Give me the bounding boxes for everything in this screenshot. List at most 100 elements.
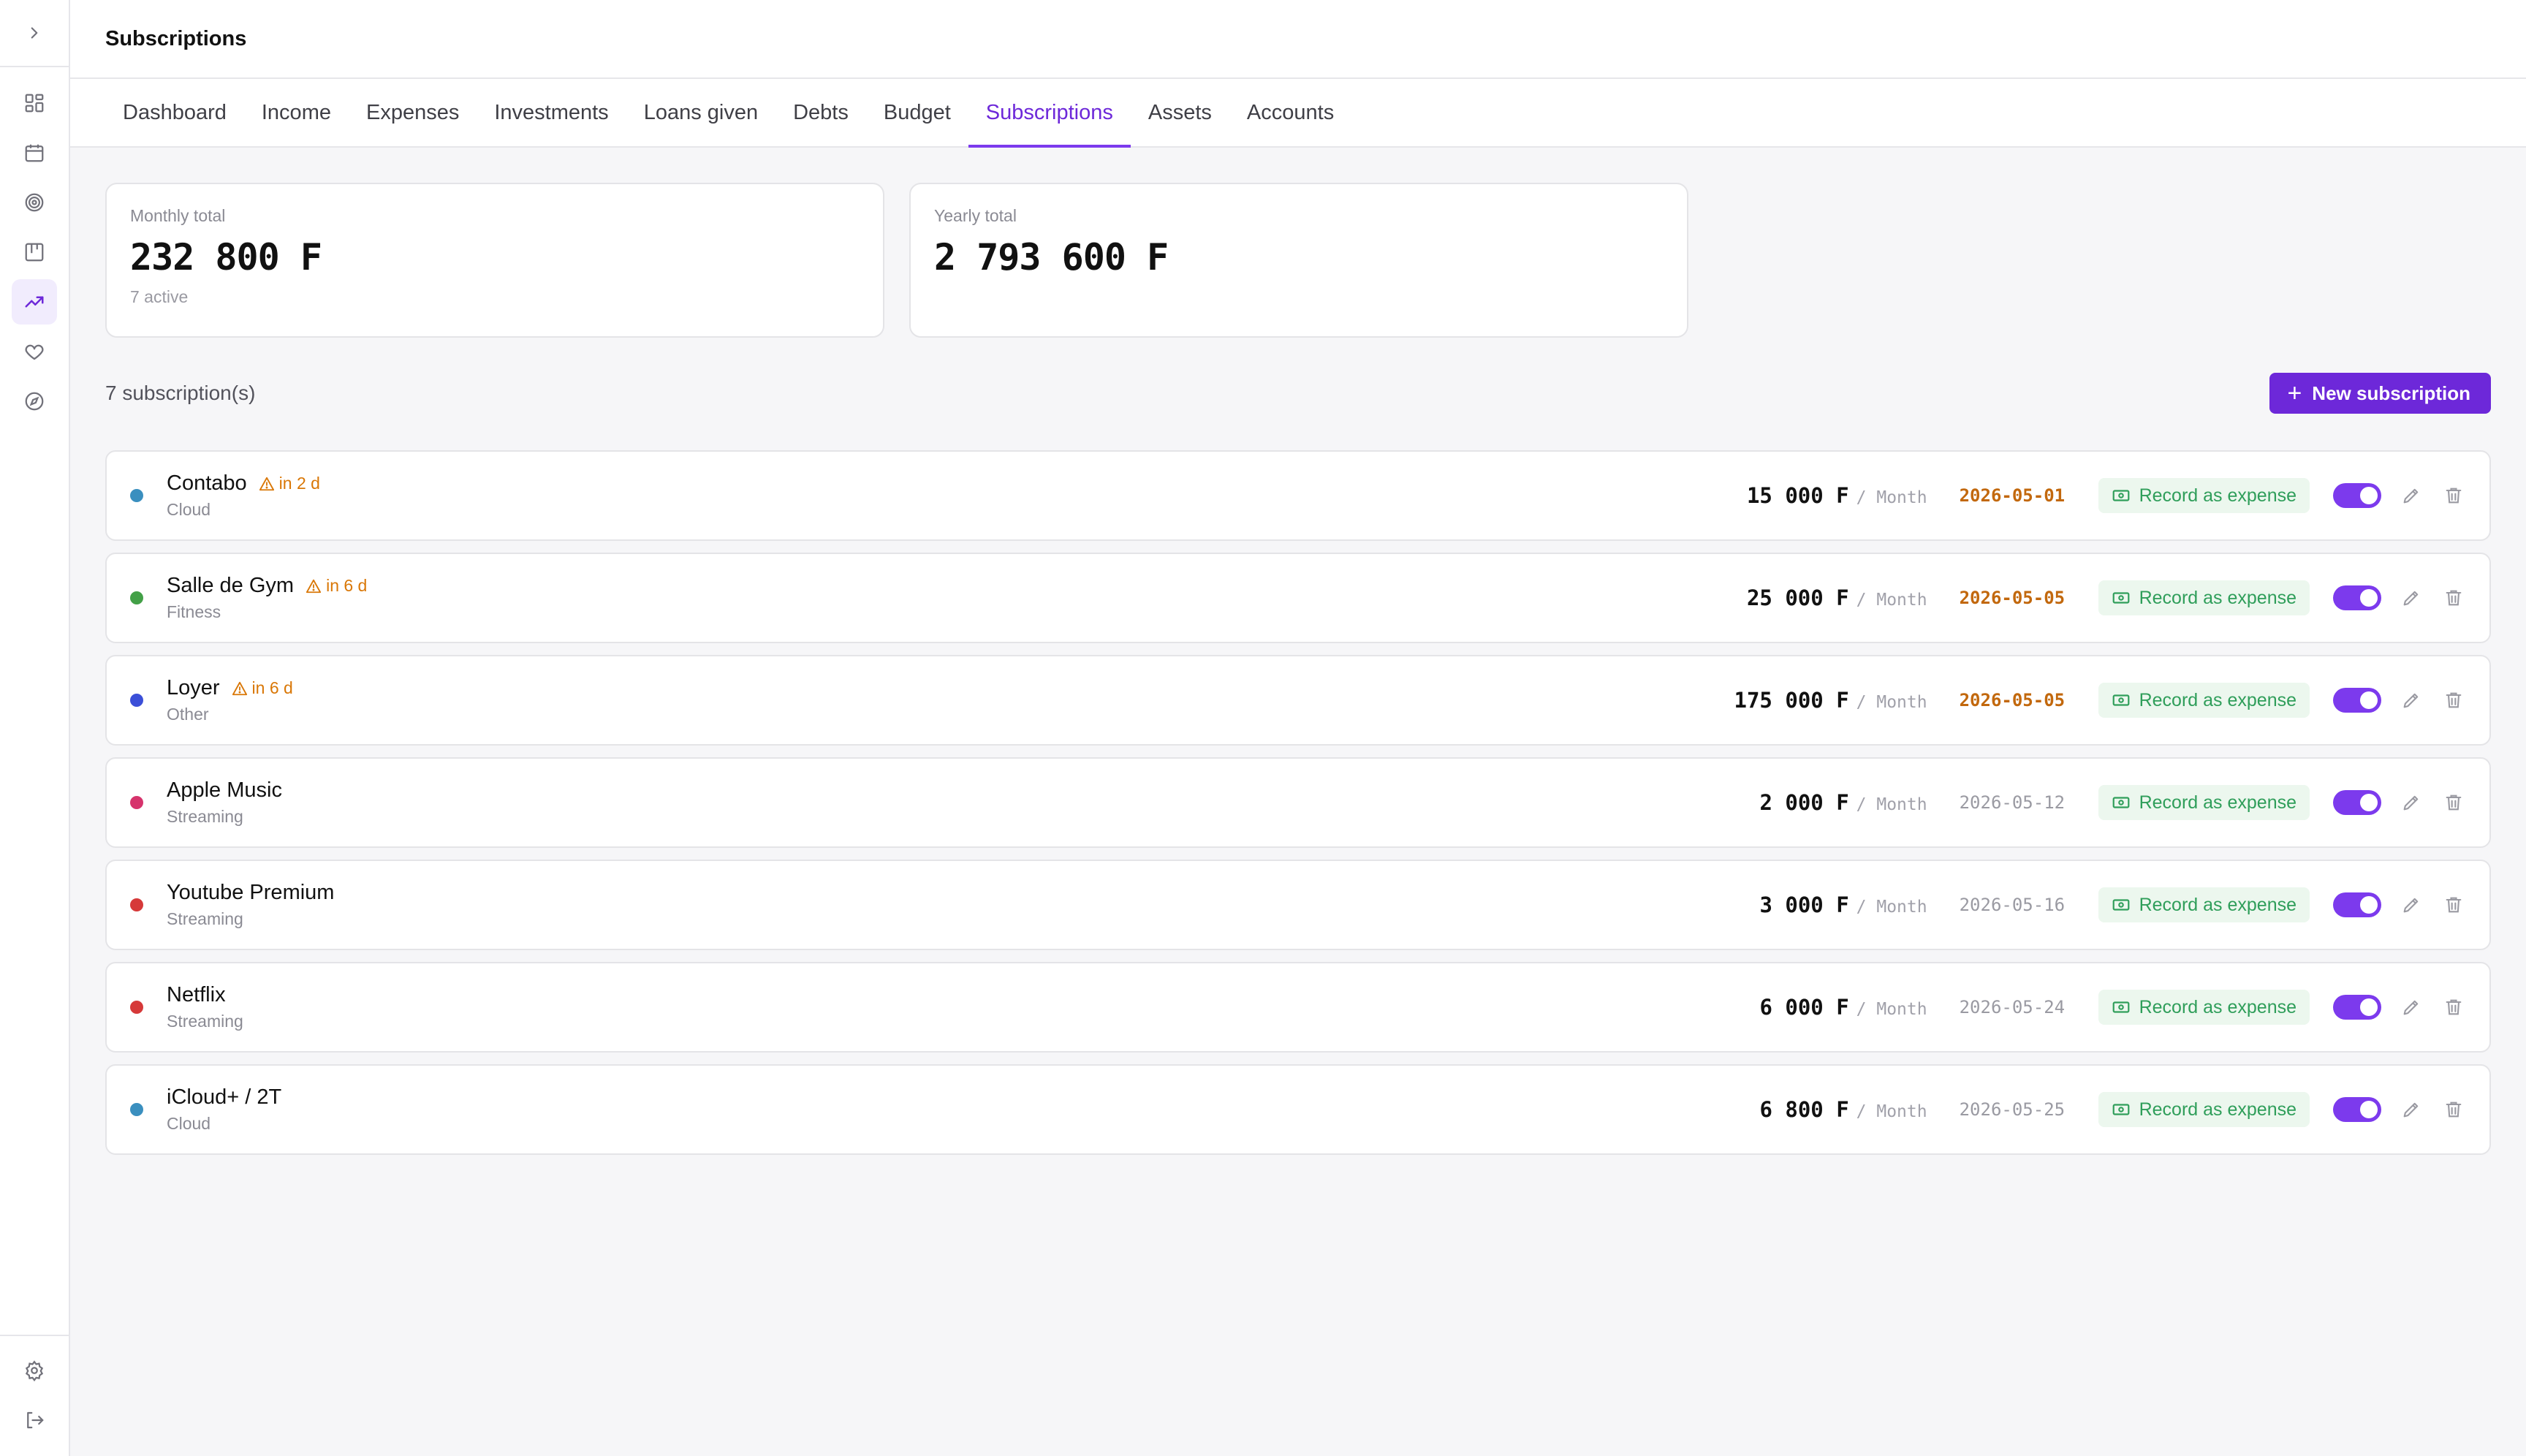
tab-accounts[interactable]: Accounts — [1229, 79, 1351, 146]
compass-icon — [25, 392, 44, 411]
edit-button[interactable] — [2399, 790, 2424, 815]
due-warning: in 6 d — [306, 576, 367, 596]
subscription-amount: 175 000 F — [1734, 688, 1849, 713]
name-line: Youtube Premium — [167, 881, 1737, 905]
top-bar: Subscriptions — [70, 0, 2526, 79]
subscription-row[interactable]: Youtube Premium Streaming 3 000 F / Mont… — [105, 860, 2491, 950]
delete-button[interactable] — [2441, 790, 2466, 815]
active-toggle[interactable] — [2333, 790, 2381, 815]
record-as-expense-button[interactable]: Record as expense — [2098, 887, 2310, 922]
subscription-row[interactable]: Contabo in 2 d Cloud 15 000 F / Month 20… — [105, 450, 2491, 541]
amount-group: 25 000 F / Month — [1737, 585, 1927, 610]
subscription-row[interactable]: Loyer in 6 d Other 175 000 F / Month 202… — [105, 655, 2491, 746]
next-payment-date: 2026-05-24 — [1959, 997, 2066, 1017]
tab-subscriptions[interactable]: Subscriptions — [968, 79, 1131, 148]
amount-group: 6 800 F / Month — [1737, 1097, 1927, 1122]
active-toggle[interactable] — [2333, 585, 2381, 610]
subscription-info: Apple Music Streaming — [167, 778, 1737, 827]
sidebar-item-goals[interactable] — [12, 180, 57, 225]
delete-button[interactable] — [2441, 1097, 2466, 1122]
banknote-icon — [2112, 490, 2129, 501]
edit-button[interactable] — [2399, 483, 2424, 508]
subscription-category: Streaming — [167, 807, 243, 826]
banknote-icon — [2112, 592, 2129, 604]
record-label: Record as expense — [2139, 996, 2296, 1017]
due-warning: in 2 d — [259, 474, 320, 493]
subscription-amount: 25 000 F — [1746, 585, 1849, 610]
record-as-expense-button[interactable]: Record as expense — [2098, 683, 2310, 718]
active-toggle[interactable] — [2333, 892, 2381, 917]
edit-button[interactable] — [2399, 688, 2424, 713]
tab-assets[interactable]: Assets — [1131, 79, 1229, 146]
yearly-total-label: Yearly total — [934, 206, 1017, 225]
next-payment-date: 2026-05-25 — [1959, 1099, 2066, 1120]
category-color-dot — [130, 1103, 143, 1116]
delete-button[interactable] — [2441, 892, 2466, 917]
sidebar-item-finance[interactable] — [12, 279, 57, 325]
active-toggle[interactable] — [2333, 1097, 2381, 1122]
next-payment-date: 2026-05-05 — [1959, 690, 2066, 710]
subscription-row[interactable]: Salle de Gym in 6 d Fitness 25 000 F / M… — [105, 553, 2491, 643]
target-icon — [25, 193, 44, 212]
tab-dashboard[interactable]: Dashboard — [105, 79, 244, 146]
record-as-expense-button[interactable]: Record as expense — [2098, 1092, 2310, 1127]
tab-loans-given[interactable]: Loans given — [626, 79, 775, 146]
pencil-icon — [2403, 693, 2419, 708]
delete-button[interactable] — [2441, 688, 2466, 713]
next-payment-date: 2026-05-05 — [1959, 588, 2066, 608]
banknote-icon — [2112, 1104, 2129, 1115]
pencil-icon — [2403, 591, 2419, 606]
category-color-dot — [130, 796, 143, 809]
pencil-icon — [2403, 898, 2419, 913]
sidebar-item-calendar[interactable] — [12, 130, 57, 175]
subscription-row[interactable]: Netflix Streaming 6 000 F / Month 2026-0… — [105, 962, 2491, 1053]
delete-button[interactable] — [2441, 585, 2466, 610]
billing-period: / Month — [1856, 1102, 1927, 1121]
name-line: Loyer in 6 d — [167, 676, 1734, 700]
subscription-row[interactable]: Apple Music Streaming 2 000 F / Month 20… — [105, 757, 2491, 848]
active-toggle[interactable] — [2333, 995, 2381, 1020]
edit-button[interactable] — [2399, 585, 2424, 610]
sidebar-toggle-button[interactable] — [0, 0, 69, 67]
delete-button[interactable] — [2441, 483, 2466, 508]
trash-icon — [2446, 590, 2462, 606]
edit-button[interactable] — [2399, 1097, 2424, 1122]
sidebar-item-board[interactable] — [12, 230, 57, 275]
edit-button[interactable] — [2399, 995, 2424, 1020]
delete-button[interactable] — [2441, 995, 2466, 1020]
active-toggle[interactable] — [2333, 483, 2381, 508]
category-color-dot — [130, 898, 143, 911]
sidebar — [0, 0, 70, 1456]
active-toggle[interactable] — [2333, 688, 2381, 713]
edit-button[interactable] — [2399, 892, 2424, 917]
subscription-list: Contabo in 2 d Cloud 15 000 F / Month 20… — [105, 450, 2491, 1167]
subscription-name: Loyer — [167, 676, 220, 699]
subscription-category: Cloud — [167, 1114, 211, 1133]
pencil-icon — [2403, 795, 2419, 811]
sidebar-item-dashboard[interactable] — [12, 80, 57, 126]
record-label: Record as expense — [2139, 485, 2296, 506]
trash-icon — [2446, 692, 2462, 708]
record-as-expense-button[interactable]: Record as expense — [2098, 990, 2310, 1025]
tab-investments[interactable]: Investments — [477, 79, 626, 146]
subscription-amount: 6 800 F — [1759, 1097, 1849, 1122]
record-as-expense-button[interactable]: Record as expense — [2098, 785, 2310, 820]
sidebar-item-settings[interactable] — [12, 1348, 57, 1393]
tab-budget[interactable]: Budget — [866, 79, 968, 146]
sidebar-item-explore[interactable] — [12, 379, 57, 424]
gear-icon — [25, 1360, 44, 1381]
trash-icon — [2446, 795, 2462, 811]
subscription-amount: 6 000 F — [1759, 995, 1849, 1020]
tab-income[interactable]: Income — [244, 79, 349, 146]
next-payment-date: 2026-05-01 — [1959, 485, 2066, 506]
tab-debts[interactable]: Debts — [775, 79, 866, 146]
subscription-row[interactable]: iCloud+ / 2T Cloud 6 800 F / Month 2026-… — [105, 1064, 2491, 1155]
sidebar-item-health[interactable] — [12, 329, 57, 374]
due-text: in 6 d — [251, 678, 293, 697]
new-subscription-button[interactable]: + New subscription — [2269, 373, 2491, 414]
record-as-expense-button[interactable]: Record as expense — [2098, 580, 2310, 615]
tab-expenses[interactable]: Expenses — [349, 79, 477, 146]
amount-group: 3 000 F / Month — [1737, 892, 1927, 917]
sidebar-item-logout[interactable] — [12, 1398, 57, 1443]
record-as-expense-button[interactable]: Record as expense — [2098, 478, 2310, 513]
